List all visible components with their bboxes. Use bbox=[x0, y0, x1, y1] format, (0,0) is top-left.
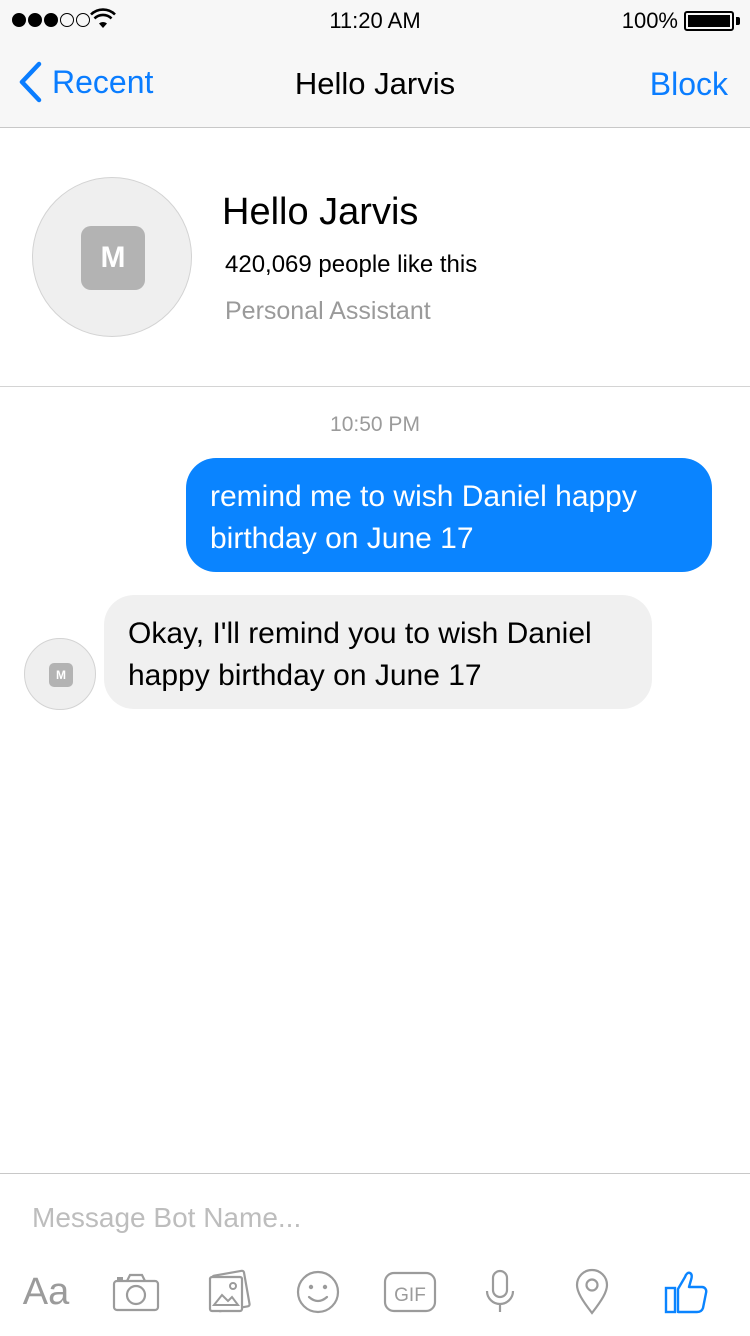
location-button[interactable] bbox=[562, 1264, 622, 1320]
microphone-icon bbox=[485, 1269, 515, 1312]
battery-icon bbox=[684, 11, 734, 31]
text-format-icon: Aa bbox=[22, 1270, 70, 1313]
photos-button[interactable] bbox=[198, 1264, 258, 1320]
back-button-label: Recent bbox=[52, 63, 154, 100]
thumbs-up-icon bbox=[664, 1271, 708, 1314]
incoming-message-bubble[interactable]: Okay, I'll remind you to wish Daniel hap… bbox=[104, 595, 652, 709]
avatar-logo: M bbox=[81, 226, 145, 290]
bot-avatar-small[interactable]: M bbox=[24, 638, 96, 710]
microphone-button[interactable] bbox=[470, 1264, 530, 1320]
location-icon bbox=[575, 1268, 609, 1315]
chevron-left-icon bbox=[19, 61, 42, 103]
emoji-button[interactable] bbox=[288, 1264, 348, 1320]
camera-button[interactable] bbox=[106, 1264, 166, 1320]
photos-icon bbox=[208, 1269, 251, 1313]
gif-button[interactable]: GIF bbox=[380, 1264, 440, 1320]
battery-percent: 100% bbox=[621, 8, 678, 33]
profile-header: M Hello Jarvis 420,069 people like this … bbox=[0, 129, 750, 387]
status-bar: 11:20 AM 100% bbox=[0, 0, 750, 40]
text-format-button[interactable]: Aa bbox=[16, 1264, 76, 1320]
message-input[interactable] bbox=[24, 1194, 724, 1242]
profile-likes: 420,069 people like this bbox=[225, 251, 478, 278]
outgoing-message-bubble[interactable]: remind me to wish Daniel happy birthday … bbox=[186, 458, 712, 572]
navigation-bar: Recent Hello Jarvis Block bbox=[0, 40, 750, 128]
gif-icon: GIF bbox=[383, 1271, 437, 1313]
back-button[interactable]: Recent bbox=[18, 60, 153, 104]
message-timestamp: 10:50 PM bbox=[330, 413, 420, 436]
composer-toolbar: Aa GIF bbox=[0, 1264, 750, 1324]
bot-avatar[interactable]: M bbox=[32, 177, 192, 337]
block-button[interactable]: Block bbox=[650, 66, 728, 103]
svg-text:GIF: GIF bbox=[394, 1285, 426, 1306]
message-composer: Aa bbox=[0, 1173, 750, 1336]
profile-category: Personal Assistant bbox=[225, 297, 431, 325]
like-button[interactable] bbox=[656, 1264, 716, 1320]
avatar-logo-small: M bbox=[49, 663, 73, 687]
profile-name: Hello Jarvis bbox=[222, 191, 419, 233]
battery-nub bbox=[736, 17, 740, 25]
camera-icon bbox=[112, 1273, 160, 1312]
emoji-icon bbox=[296, 1270, 340, 1314]
